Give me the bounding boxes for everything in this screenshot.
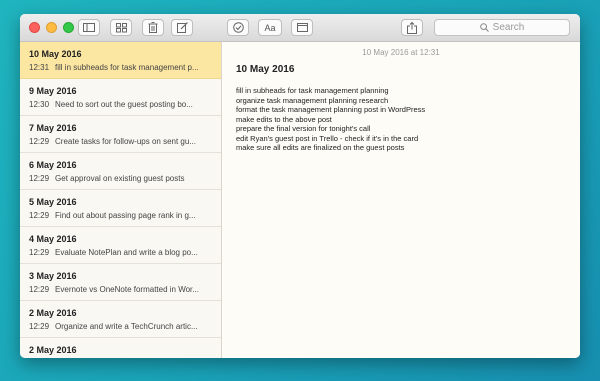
delete-note-button[interactable] [142,19,164,36]
note-line: fill in subheads for task management pla… [236,86,389,95]
attachments-grid-icon [115,22,127,32]
note-title: 10 May 2016 [236,64,295,75]
zoom-window-button[interactable] [63,22,74,33]
note-preview: Get approval on existing guest posts [55,174,185,183]
note-time: 12:29 [29,322,50,331]
attachments-button[interactable] [110,19,132,36]
note-snippet: 12:29 Evaluate NotePlan and write a blog … [29,247,215,258]
note-time: 12:29 [29,248,50,257]
note-snippet: 12:30 Need to sort out the guest posting … [29,99,215,110]
note-snippet: 12:29 Create tasks for follow-ups on sent… [29,136,215,147]
note-editor[interactable]: 10 May 2016 at 12:31 10 May 2016 fill in… [222,42,580,358]
note-list-item[interactable]: 9 May 2016 12:30 Need to sort out the gue… [20,79,221,116]
share-button[interactable] [401,19,423,36]
note-line: make edits to the above post [236,114,332,124]
trash-icon [148,22,158,33]
note-snippet: 12:29 Evernote vs OneNote formatted in Wo… [29,284,215,295]
note-snippet: 12:29 Organize and write a TechCrunch art… [29,321,215,332]
note-preview: Organize and write a TechCrunch artic... [55,322,198,331]
title-bar: Aa Search [20,14,580,42]
search-field[interactable]: Search [434,19,570,36]
note-date: 3 May 2016 [29,271,77,281]
note-date: 2 May 2016 [29,308,77,318]
close-window-button[interactable] [29,22,40,33]
note-time: 12:31 [29,63,50,72]
note-date: 7 May 2016 [29,123,77,133]
note-list-item[interactable]: 6 May 2016 12:29 Get approval on existing… [20,153,221,190]
note-preview: Evaluate NotePlan and write a blog po... [55,248,198,257]
table-icon [296,23,308,32]
note-time: 12:30 [29,100,50,109]
format-button[interactable]: Aa [258,19,282,36]
checklist-button[interactable] [227,19,249,36]
compose-icon [176,22,188,33]
note-preview: Need to sort out the guest posting bo... [55,100,193,109]
new-note-button[interactable] [171,19,193,36]
note-preview: Create tasks for follow-ups on sent gu..… [55,137,196,146]
note-line: make sure all edits are finalized on the… [236,143,405,152]
checklist-icon [232,22,244,33]
notes-window: Aa Search 10 May 2016 12:31 fill in subhe… [20,14,580,358]
note-time: 12:29 [29,174,50,183]
note-list-item[interactable]: 3 May 2016 12:29 Evernote vs OneNote form… [20,264,221,301]
note-list-item-selected[interactable]: 10 May 2016 12:31 fill in subheads for ta… [20,42,221,79]
note-list-item[interactable]: 2 May 2016 [20,338,221,358]
table-button[interactable] [291,19,313,36]
note-line: prepare the final version for tonight's … [236,124,371,133]
toggle-sidebar-button[interactable] [78,19,100,36]
search-placeholder: Search [492,22,525,33]
note-preview: Find out about passing page rank in g... [55,211,196,220]
notes-list: 10 May 2016 12:31 fill in subheads for ta… [20,42,222,358]
note-date: 9 May 2016 [29,86,77,96]
note-date: 2 May 2016 [29,345,77,355]
share-icon [407,21,417,34]
note-date: 5 May 2016 [29,197,77,207]
note-line: edit Ryan's guest post in Trello - check… [236,133,419,143]
note-time: 12:29 [29,137,50,146]
note-date: 6 May 2016 [29,160,77,170]
note-time: 12:29 [29,285,50,294]
note-list-item[interactable]: 2 May 2016 12:29 Organize and write a Tec… [20,301,221,338]
note-timestamp: 10 May 2016 at 12:31 [362,48,440,57]
note-time: 12:29 [29,211,50,220]
note-date: 4 May 2016 [29,234,77,244]
note-date: 10 May 2016 [29,49,82,59]
note-preview: fill in subheads for task management p..… [55,63,199,72]
note-line: organize task management planning resear… [236,95,389,105]
minimize-window-button[interactable] [46,22,57,33]
note-snippet: 12:29 Find out about passing page rank in… [29,210,215,221]
sidebar-toggle-icon [83,23,95,32]
note-snippet: 12:31 fill in subheads for task managemen… [29,62,215,73]
note-preview: Evernote vs OneNote formatted in Wor... [55,285,199,294]
note-list-item[interactable]: 7 May 2016 12:29 Create tasks for follow-… [20,116,221,153]
note-list-item[interactable]: 4 May 2016 12:29 Evaluate NotePlan and wr… [20,227,221,264]
format-text-icon: Aa [264,22,276,33]
note-snippet: 12:29 Get approval on existing guest post… [29,173,215,184]
note-body: fill in subheads for task management pla… [236,86,425,153]
search-icon [479,23,489,32]
note-line: format the task management planning post… [236,105,426,114]
note-list-item[interactable]: 5 May 2016 12:29 Find out about passing p… [20,190,221,227]
